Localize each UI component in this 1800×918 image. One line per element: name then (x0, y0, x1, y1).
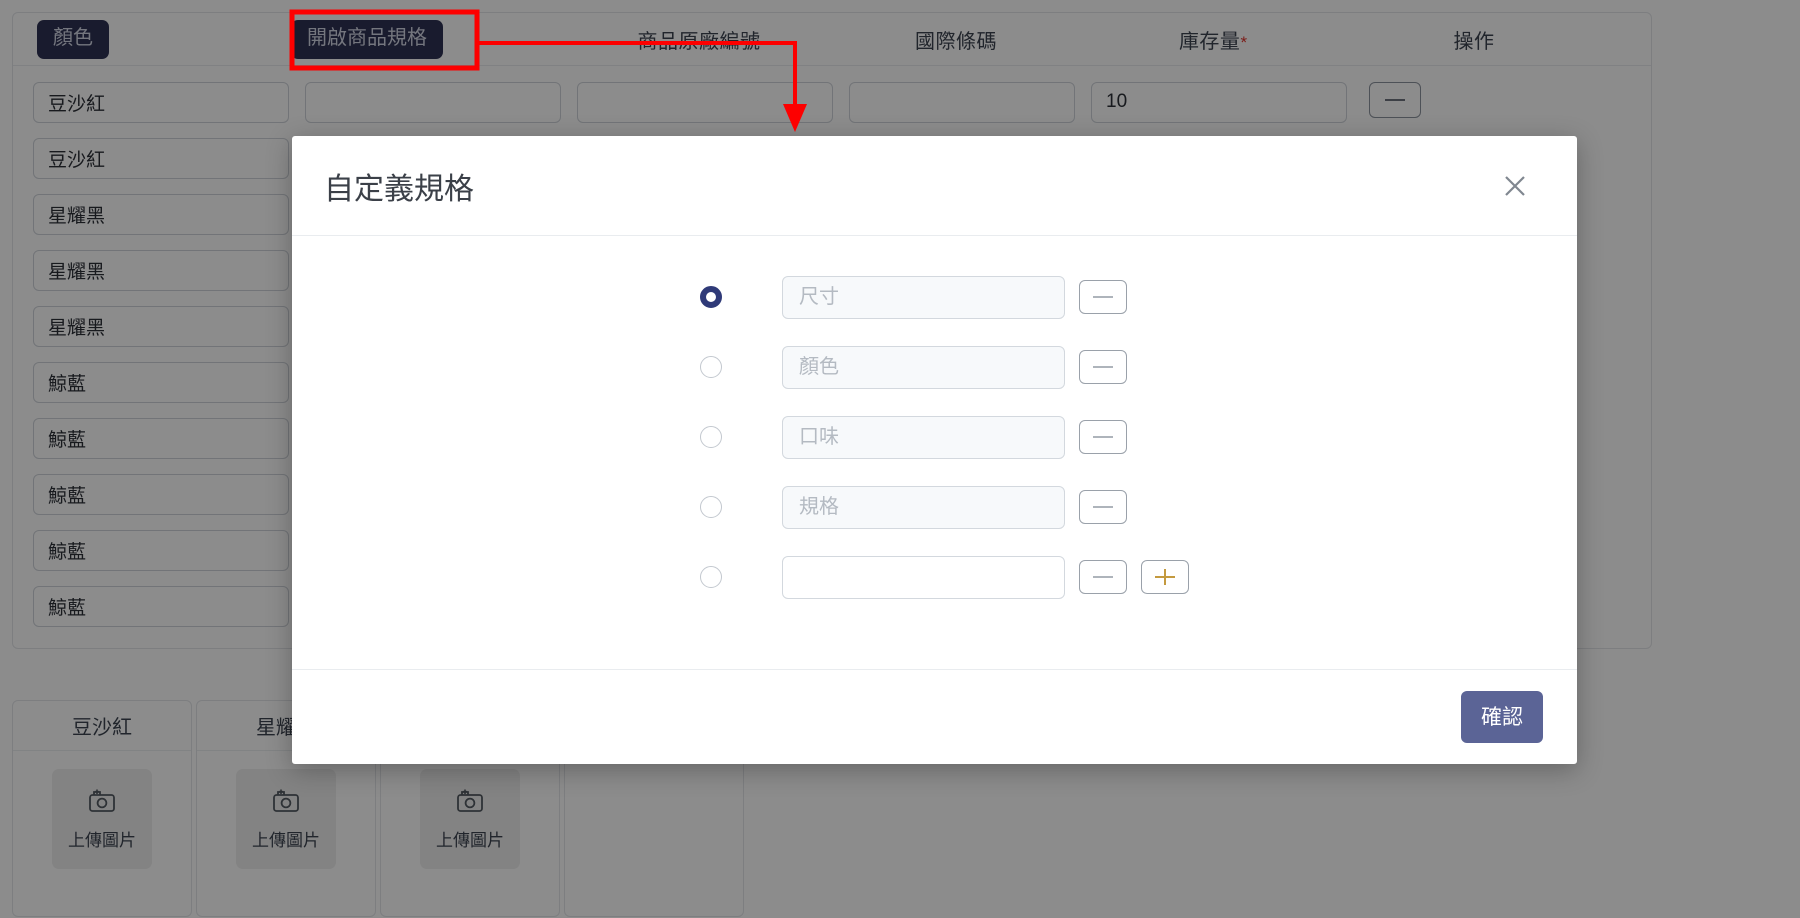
spec-radio[interactable] (700, 356, 722, 378)
dialog-body (292, 236, 1577, 669)
dialog-footer: 確認 (292, 669, 1577, 764)
confirm-button[interactable]: 確認 (1461, 691, 1543, 743)
spec-name-input[interactable] (782, 275, 1065, 319)
add-spec-button[interactable] (1141, 560, 1189, 594)
custom-spec-dialog: 自定義規格 確認 (292, 136, 1577, 764)
spec-radio[interactable] (700, 426, 722, 448)
spec-radio[interactable] (700, 566, 722, 588)
custom-spec-row (292, 542, 1577, 612)
close-icon[interactable] (1495, 166, 1535, 206)
remove-spec-button[interactable] (1079, 280, 1127, 314)
custom-spec-row (292, 262, 1577, 332)
dialog-header: 自定義規格 (292, 136, 1577, 236)
spec-name-input[interactable] (782, 345, 1065, 389)
dialog-title: 自定義規格 (324, 172, 474, 206)
remove-spec-button[interactable] (1079, 490, 1127, 524)
custom-spec-row (292, 332, 1577, 402)
remove-spec-button[interactable] (1079, 350, 1127, 384)
spec-radio[interactable] (700, 496, 722, 518)
spec-name-input[interactable] (782, 485, 1065, 529)
spec-name-input[interactable] (782, 415, 1065, 459)
remove-spec-button[interactable] (1079, 560, 1127, 594)
custom-spec-row (292, 402, 1577, 472)
spec-name-input[interactable] (782, 555, 1065, 599)
remove-spec-button[interactable] (1079, 420, 1127, 454)
spec-radio[interactable] (700, 286, 722, 308)
custom-spec-row (292, 472, 1577, 542)
